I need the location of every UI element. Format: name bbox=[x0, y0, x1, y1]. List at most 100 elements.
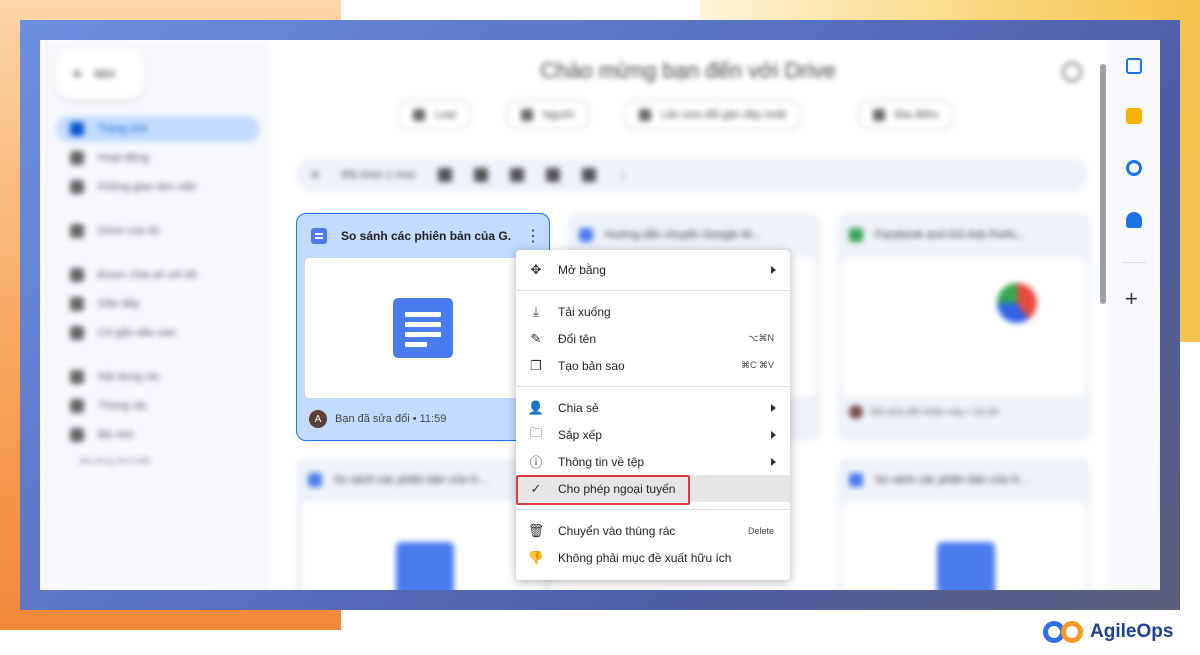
menu-label: Chuyển vào thùng rác bbox=[558, 523, 676, 538]
file-card[interactable]: So sánh các phiên bản của G... bbox=[837, 458, 1091, 590]
avatar bbox=[849, 405, 863, 419]
nav-shared[interactable]: Được chia sẻ với tôi bbox=[56, 262, 260, 288]
selection-count: Đã chọn 1 mục bbox=[342, 169, 417, 181]
settings-icon[interactable] bbox=[1062, 62, 1082, 82]
sheet-icon bbox=[849, 228, 863, 242]
side-panel: + bbox=[1108, 40, 1160, 590]
divider bbox=[1122, 262, 1146, 263]
activity-icon bbox=[70, 151, 84, 165]
spam-icon bbox=[70, 370, 84, 384]
menu-make-offline[interactable]: ✓ Cho phép ngoại tuyến bbox=[516, 475, 790, 505]
add-person-icon: 👤 bbox=[527, 399, 545, 415]
scrollbar[interactable] bbox=[1100, 64, 1106, 304]
home-icon bbox=[70, 122, 84, 136]
new-button[interactable]: + Mới bbox=[56, 48, 144, 100]
nav-starred[interactable]: Có gắn dấu sao bbox=[56, 320, 260, 346]
storage-text: Đã dùng 49,9 MB bbox=[80, 456, 151, 466]
menu-share[interactable]: 👤 Chia sẻ bbox=[516, 394, 790, 421]
calendar-app-icon[interactable] bbox=[1126, 58, 1142, 74]
highlight-box bbox=[516, 475, 690, 505]
avatar: A bbox=[309, 410, 327, 428]
more-options-icon[interactable]: ⋮ bbox=[525, 226, 541, 246]
file-footer: Đã sửa đổi nhãn này • 16:28 bbox=[871, 406, 998, 418]
brand-name: AgileOps bbox=[1090, 621, 1174, 642]
file-card[interactable]: Facebook and GG Ads Perfo... Đã sửa đổi … bbox=[837, 213, 1091, 441]
add-app-icon[interactable]: + bbox=[1125, 286, 1138, 312]
folder-icon bbox=[873, 109, 885, 121]
menu-open-with[interactable]: ✥ Mở bằng bbox=[516, 256, 790, 283]
nav-label: Thùng rác bbox=[98, 400, 148, 412]
nav-trash[interactable]: Thùng rác bbox=[56, 393, 260, 419]
chip-label: Người bbox=[543, 109, 575, 121]
move-icon[interactable] bbox=[510, 168, 525, 182]
nav-home[interactable]: Trang chủ bbox=[56, 116, 260, 142]
submenu-arrow-icon bbox=[771, 430, 776, 439]
menu-copy[interactable]: ❐ Tạo bản sao ⌘C ⌘V bbox=[516, 352, 790, 379]
filter-modified-chip[interactable]: Lần sửa đổi gần đây nhất bbox=[624, 100, 801, 130]
nav-label: Không gian làm việc bbox=[98, 181, 198, 193]
trash-icon[interactable] bbox=[546, 168, 561, 182]
menu-download[interactable]: ⤓ Tải xuống bbox=[516, 298, 790, 325]
menu-not-helpful[interactable]: 👎 Không phải mục đề xuất hữu ích bbox=[516, 544, 790, 571]
cloud-icon bbox=[70, 428, 84, 442]
doc-thumbnail-icon bbox=[396, 542, 454, 590]
link-icon[interactable] bbox=[582, 168, 597, 182]
selected-file-card[interactable]: So sánh các phiên bản của G... ⋮ A Bạn đ… bbox=[296, 213, 550, 441]
menu-label: Thông tin về tệp bbox=[558, 454, 645, 469]
more-icon[interactable]: ⋮ bbox=[618, 169, 629, 182]
new-label: Mới bbox=[94, 67, 116, 81]
file-thumbnail bbox=[305, 258, 543, 398]
doc-icon bbox=[311, 228, 327, 244]
nav-my-drive[interactable]: Drive của tôi bbox=[56, 218, 260, 244]
menu-organize[interactable]: 🗀 Sắp xếp bbox=[516, 421, 790, 448]
menu-shortcut: Delete bbox=[747, 525, 774, 536]
nav-spam[interactable]: Nội dung rác bbox=[56, 364, 260, 390]
doc-thumbnail-icon bbox=[393, 298, 453, 358]
tasks-app-icon[interactable] bbox=[1126, 160, 1142, 176]
nav-label: Nội dung rác bbox=[98, 371, 161, 383]
keep-app-icon[interactable] bbox=[1126, 108, 1142, 124]
move-arrows-icon: ✥ bbox=[530, 261, 542, 277]
menu-separator bbox=[516, 509, 790, 510]
menu-move-to-trash[interactable]: 🗑 Chuyển vào thùng rác Delete bbox=[516, 517, 790, 544]
download-icon: ⤓ bbox=[533, 303, 539, 319]
thumbs-down-icon: 👎 bbox=[527, 549, 545, 565]
nav-label: Có gắn dấu sao bbox=[98, 327, 176, 339]
file-name: Hướng dẫn chuyển Google W... bbox=[605, 229, 761, 241]
page-title: Chào mừng bạn đến với Drive bbox=[540, 58, 836, 83]
brand-logo: AgileOps bbox=[1042, 619, 1173, 645]
doc-icon bbox=[308, 473, 322, 487]
nav-label: Trang chủ bbox=[98, 123, 148, 135]
menu-rename[interactable]: ✎ Đổi tên ⌥⌘N bbox=[516, 325, 790, 352]
menu-file-info[interactable]: ⓘ Thông tin về tệp bbox=[516, 448, 790, 475]
file-name: So sánh các phiên bản của G... bbox=[341, 229, 511, 243]
nav-storage[interactable]: Bộ nhớ bbox=[56, 422, 260, 448]
submenu-arrow-icon bbox=[771, 457, 776, 466]
menu-shortcut: ⌘C ⌘V bbox=[740, 360, 774, 370]
file-card[interactable]: So sánh các phiên bản của G... bbox=[296, 458, 550, 590]
menu-label: Chia sẻ bbox=[558, 400, 599, 415]
filter-people-chip[interactable]: Người bbox=[506, 100, 590, 130]
shared-icon bbox=[70, 268, 84, 282]
close-icon[interactable]: ✕ bbox=[310, 168, 320, 182]
nav-workspaces[interactable]: Không gian làm việc bbox=[56, 174, 260, 200]
contacts-app-icon[interactable] bbox=[1126, 212, 1142, 228]
download-icon[interactable] bbox=[474, 168, 489, 182]
file-icon bbox=[413, 109, 425, 121]
nav-activity[interactable]: Hoạt động bbox=[56, 145, 260, 171]
doc-icon bbox=[849, 473, 863, 487]
calendar-icon bbox=[639, 109, 651, 121]
drive-icon bbox=[70, 224, 84, 238]
share-icon[interactable] bbox=[438, 168, 453, 182]
menu-separator bbox=[516, 290, 790, 291]
chip-label: Địa điểm bbox=[895, 109, 939, 121]
info-icon: ⓘ bbox=[529, 455, 543, 470]
trash-icon: 🗑 bbox=[527, 522, 545, 538]
filter-type-chip[interactable]: Loại bbox=[398, 100, 471, 130]
menu-separator bbox=[516, 386, 790, 387]
selection-toolbar: ✕ Đã chọn 1 mục ⋮ bbox=[296, 158, 1088, 192]
context-menu: ✥ Mở bằng ⤓ Tải xuống ✎ Đổi tên ⌥⌘N ❐ Tạ… bbox=[516, 250, 790, 580]
filter-location-chip[interactable]: Địa điểm bbox=[858, 100, 954, 130]
file-footer: Bạn đã sửa đổi • 11:59 bbox=[335, 413, 447, 425]
nav-recent[interactable]: Gần đây bbox=[56, 291, 260, 317]
